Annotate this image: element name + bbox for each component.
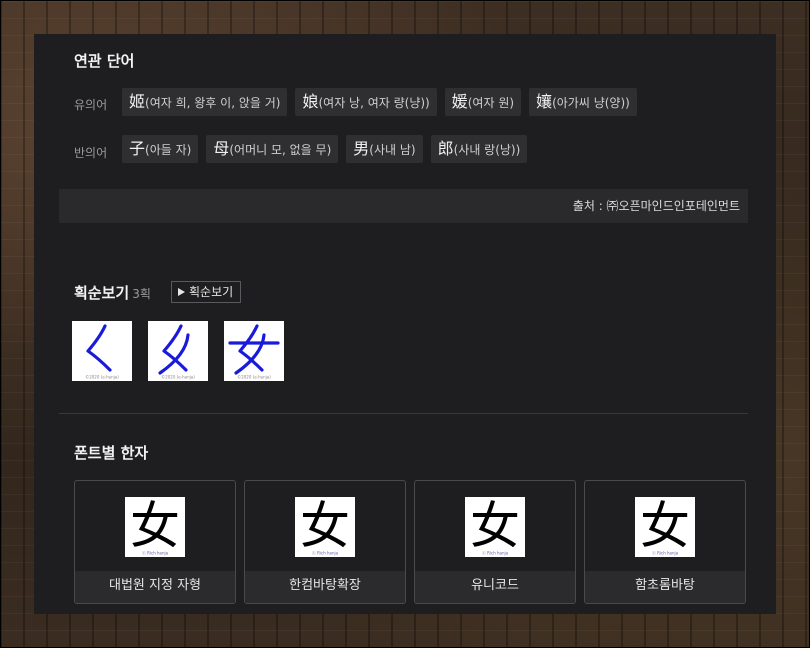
- antonym-chip[interactable]: 郎(사내 랑(낭)): [430, 135, 528, 163]
- antonym-chip[interactable]: 母(어머니 모, 없을 무): [206, 135, 339, 163]
- content-panel: 연관 단어 유의어 姬(여자 희, 왕후 이, 앉을 거) 娘(여자 낭, 여자…: [34, 34, 776, 614]
- font-glyph-image: 女 ⓒ Rich hanja: [125, 497, 185, 557]
- stroke-frame-1: ©2020 (e-hanja): [72, 321, 132, 381]
- svg-text:ⓒ Rich hanja: ⓒ Rich hanja: [312, 550, 339, 556]
- related-words-title: 연관 단어: [74, 52, 135, 70]
- font-card[interactable]: 女 ⓒ Rich hanja 대법원 지정 자형: [74, 480, 236, 604]
- antonym-list: 子(아들 자) 母(어머니 모, 없을 무) 男(사내 남) 郎(사내 랑(낭)…: [122, 135, 528, 163]
- svg-text:©2020 (e-hanja): ©2020 (e-hanja): [237, 375, 271, 380]
- svg-text:©2020 (e-hanja): ©2020 (e-hanja): [161, 375, 195, 380]
- svg-text:女: 女: [640, 497, 690, 555]
- stroke-play-button[interactable]: 획순보기: [171, 281, 242, 303]
- section-divider: [59, 413, 748, 414]
- synonym-list: 姬(여자 희, 왕후 이, 앉을 거) 娘(여자 낭, 여자 량(냥)) 媛(여…: [122, 88, 637, 116]
- svg-text:女: 女: [470, 497, 520, 555]
- stroke-order-title: 획순보기 3획: [74, 284, 151, 302]
- synonym-chip[interactable]: 娘(여자 낭, 여자 량(냥)): [295, 88, 437, 116]
- font-card[interactable]: 女 ⓒ Rich hanja 함초롬바탕: [584, 480, 746, 604]
- svg-text:ⓒ Rich hanja: ⓒ Rich hanja: [142, 550, 169, 556]
- font-name: 함초롬바탕: [585, 571, 745, 603]
- font-card[interactable]: 女 ⓒ Rich hanja 한컴바탕확장: [244, 480, 406, 604]
- stroke-frame-2: ©2020 (e-hanja): [148, 321, 208, 381]
- stroke-count: 3획: [132, 287, 151, 301]
- svg-text:ⓒ Rich hanja: ⓒ Rich hanja: [482, 550, 509, 556]
- svg-text:ⓒ Rich hanja: ⓒ Rich hanja: [652, 550, 679, 556]
- synonym-chip[interactable]: 姬(여자 희, 왕후 이, 앉을 거): [122, 88, 288, 116]
- svg-text:女: 女: [300, 497, 350, 555]
- antonym-label: 반의어: [74, 146, 108, 160]
- font-name: 한컴바탕확장: [245, 571, 405, 603]
- synonym-label: 유의어: [74, 98, 108, 112]
- font-name: 유니코드: [415, 571, 575, 603]
- source-bar: 출처 : ㈜오픈마인드인포테인먼트: [59, 189, 748, 223]
- font-glyph-image: 女 ⓒ Rich hanja: [465, 497, 525, 557]
- antonym-chip[interactable]: 子(아들 자): [122, 135, 199, 163]
- font-name: 대법원 지정 자형: [75, 571, 235, 603]
- font-card[interactable]: 女 ⓒ Rich hanja 유니코드: [414, 480, 576, 604]
- play-icon: [178, 288, 185, 296]
- svg-text:©2020 (e-hanja): ©2020 (e-hanja): [85, 375, 119, 380]
- svg-text:女: 女: [130, 497, 180, 555]
- font-glyph-image: 女 ⓒ Rich hanja: [295, 497, 355, 557]
- synonym-chip[interactable]: 媛(여자 원): [444, 88, 522, 116]
- font-glyph-image: 女 ⓒ Rich hanja: [635, 497, 695, 557]
- font-hanja-title: 폰트별 한자: [74, 444, 149, 462]
- synonym-chip[interactable]: 孃(아가씨 냥(양)): [529, 88, 637, 116]
- stroke-frame-3: ©2020 (e-hanja): [224, 321, 284, 381]
- source-text: 출처 : ㈜오픈마인드인포테인먼트: [572, 199, 740, 213]
- antonym-chip[interactable]: 男(사내 남): [346, 135, 423, 163]
